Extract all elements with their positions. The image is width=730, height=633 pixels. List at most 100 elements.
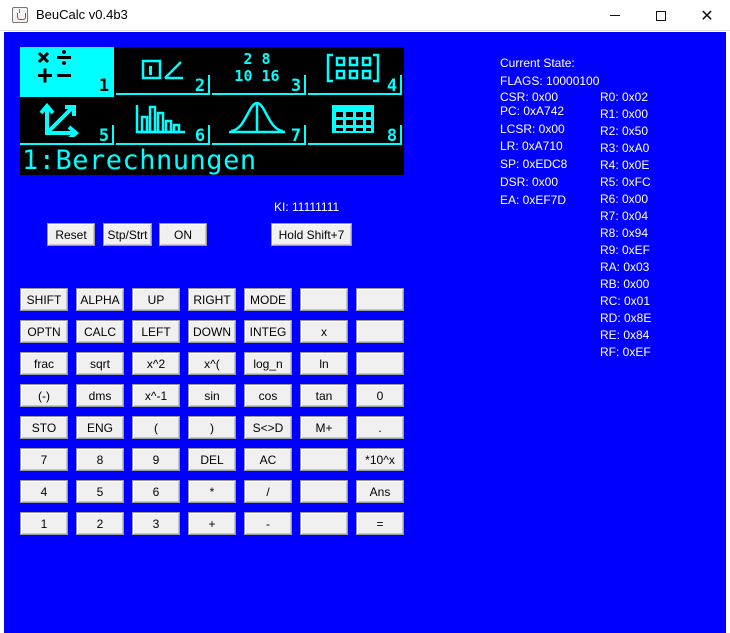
key-blank-button[interactable] [356, 288, 404, 311]
key-blank-button[interactable]: (-) [20, 384, 68, 407]
key-right-button[interactable]: RIGHT [188, 288, 236, 311]
key-10-x-button[interactable]: *10^x [356, 448, 404, 471]
lcd-display: 122 8 10 16 3 4 5 6 7 8 1:Berechnungen [20, 47, 404, 175]
lcd-menu-number: 6 [194, 126, 206, 146]
key-blank-button[interactable] [300, 512, 348, 535]
key-blank-button[interactable] [356, 320, 404, 343]
key-x-button[interactable]: x^( [188, 352, 236, 375]
register-readout: R5: 0xFC [600, 175, 651, 189]
close-button[interactable]: ✕ [684, 0, 730, 31]
key-alpha-button[interactable]: ALPHA [76, 288, 124, 311]
key-shift-button[interactable]: SHIFT [20, 288, 68, 311]
key-blank-button[interactable] [300, 448, 348, 471]
register-readout: R7: 0x04 [600, 209, 649, 223]
key-7-button[interactable]: 7 [20, 448, 68, 471]
key-6-button[interactable]: 6 [132, 480, 180, 503]
lcd-status-line: 1:Berechnungen [22, 145, 257, 175]
key-blank-button[interactable]: * [188, 480, 236, 503]
window-title: BeuCalc v0.4b3 [36, 7, 128, 22]
maximize-icon [656, 10, 666, 21]
lcd-menu-item-7: 7 [212, 97, 306, 147]
lcd-menu-number: 7 [290, 126, 302, 146]
key-3-button[interactable]: 3 [132, 512, 180, 535]
on-button[interactable]: ON [159, 223, 207, 246]
lcd-menu-item-2: 2 [116, 47, 210, 97]
java-app-icon [12, 7, 28, 23]
key-blank-button[interactable]: / [244, 480, 292, 503]
key-mode-button[interactable]: MODE [244, 288, 292, 311]
minimize-button[interactable] [592, 0, 638, 31]
key-2-button[interactable]: 2 [76, 512, 124, 535]
key-ac-button[interactable]: AC [244, 448, 292, 471]
base-n-top: 2 8 [243, 50, 271, 68]
special-register-readout: DSR: 0x00 [500, 175, 559, 189]
key-4-button[interactable]: 4 [20, 480, 68, 503]
key-sin-button[interactable]: sin [188, 384, 236, 407]
key-sqrt-button[interactable]: sqrt [76, 352, 124, 375]
key-optn-button[interactable]: OPTN [20, 320, 68, 343]
matrix-icon [322, 49, 384, 87]
key-dms-button[interactable]: dms [76, 384, 124, 407]
special-register-readout: LR: 0xA710 [500, 139, 563, 153]
special-register-readout: SP: 0xEDC8 [500, 157, 568, 171]
special-register-readout: PC: 0xA742 [500, 104, 565, 118]
lcd-menu-item-3: 2 8 10 16 3 [212, 47, 306, 97]
key-cos-button[interactable]: cos [244, 384, 292, 407]
lcd-menu-number: 2 [194, 76, 206, 96]
lcd-divider [400, 125, 402, 145]
lcd-menu-item-4: 4 [308, 47, 402, 97]
key-tan-button[interactable]: tan [300, 384, 348, 407]
key-frac-button[interactable]: frac [20, 352, 68, 375]
key-sto-button[interactable]: STO [20, 416, 68, 439]
key-0-button[interactable]: 0 [356, 384, 404, 407]
key-down-button[interactable]: DOWN [188, 320, 236, 343]
key-x-2-button[interactable]: x^2 [132, 352, 180, 375]
key-up-button[interactable]: UP [132, 288, 180, 311]
title-bar: BeuCalc v0.4b3 ✕ [0, 0, 730, 31]
close-icon: ✕ [700, 5, 714, 25]
key-blank-button[interactable]: - [244, 512, 292, 535]
maximize-button[interactable] [638, 0, 684, 31]
stop-start-button[interactable]: Stp/Strt [103, 223, 152, 246]
register-readout: R6: 0x00 [600, 192, 649, 206]
lcd-menu-item-5: 5 [20, 97, 114, 147]
key-ans-button[interactable]: Ans [356, 480, 404, 503]
distribution-icon [226, 99, 288, 137]
key-integ-button[interactable]: INTEG [244, 320, 292, 343]
bar-chart-icon [130, 99, 192, 137]
key-left-button[interactable]: LEFT [132, 320, 180, 343]
key-blank-button[interactable]: ) [188, 416, 236, 439]
minimize-icon [610, 15, 620, 16]
key-blank-button[interactable]: = [356, 512, 404, 535]
key-x-1-button[interactable]: x^-1 [132, 384, 180, 407]
register-readout: R1: 0x00 [600, 107, 649, 121]
key-1-button[interactable]: 1 [20, 512, 68, 535]
key-5-button[interactable]: 5 [76, 480, 124, 503]
key-blank-button[interactable] [300, 288, 348, 311]
key-s-d-button[interactable]: S<>D [244, 416, 292, 439]
key-eng-button[interactable]: ENG [76, 416, 124, 439]
lcd-menu-number: 8 [386, 126, 398, 146]
key-log-n-button[interactable]: log_n [244, 352, 292, 375]
key-calc-button[interactable]: CALC [76, 320, 124, 343]
key-blank-button[interactable]: + [188, 512, 236, 535]
key-m-button[interactable]: M+ [300, 416, 348, 439]
special-register-readout: LCSR: 0x00 [500, 122, 565, 136]
key-ln-button[interactable]: ln [300, 352, 348, 375]
key-9-button[interactable]: 9 [132, 448, 180, 471]
key-blank-button[interactable] [300, 480, 348, 503]
special-register-readout: EA: 0xEF7D [500, 193, 567, 207]
lcd-menu-item-6: 6 [116, 97, 210, 147]
key-8-button[interactable]: 8 [76, 448, 124, 471]
lcd-divider [400, 75, 402, 95]
calculation-icon [34, 49, 96, 87]
key-blank-button[interactable]: . [356, 416, 404, 439]
hold-shift-7-button[interactable]: Hold Shift+7 [271, 223, 352, 246]
key-blank-button[interactable] [356, 352, 404, 375]
key-del-button[interactable]: DEL [188, 448, 236, 471]
key-blank-button[interactable]: ( [132, 416, 180, 439]
lcd-menu-item-8: 8 [308, 97, 402, 147]
reset-button[interactable]: Reset [47, 223, 95, 246]
key-x-button[interactable]: x [300, 320, 348, 343]
statistics-icon [130, 49, 192, 87]
